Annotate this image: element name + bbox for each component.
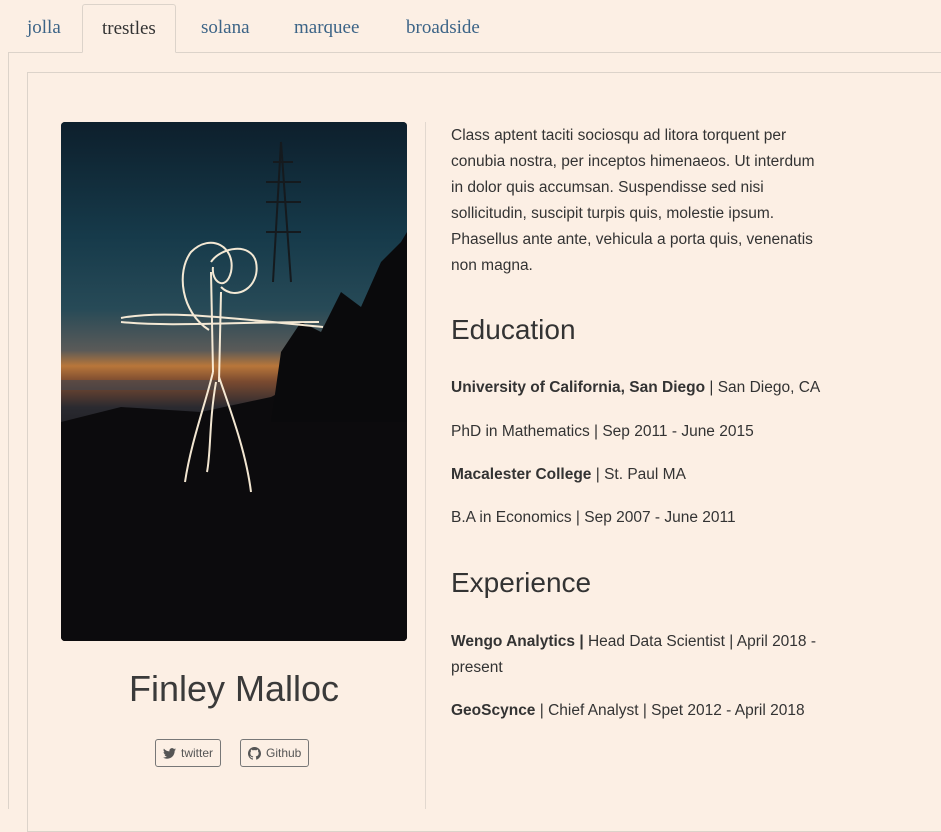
page-left-border xyxy=(8,52,9,809)
experience-heading: Experience xyxy=(451,567,592,598)
experience-detail: | Chief Analyst | Spet 2012 - April 2018 xyxy=(535,702,805,719)
company-name: GeoScynce xyxy=(451,702,536,719)
experience-item: Wengo Analytics | Head Data Scientist | … xyxy=(451,629,831,681)
school-location: | San Diego, CA xyxy=(705,379,821,396)
profile-photo xyxy=(61,122,407,641)
twitter-icon xyxy=(163,747,176,759)
tab-solana[interactable]: solana xyxy=(182,4,269,52)
profile-name: Finley Malloc xyxy=(128,668,340,709)
bio-text: Class aptent taciti sociosqu ad litora t… xyxy=(451,127,815,274)
education-degree: PhD in Mathematics | Sep 2011 - June 201… xyxy=(451,423,754,440)
github-button[interactable]: Github xyxy=(240,739,310,767)
experience-item: GeoScynce | Chief Analyst | Spet 2012 - … xyxy=(451,698,831,724)
company-name: Wengo Analytics | xyxy=(451,633,584,650)
tab-marquee[interactable]: marquee xyxy=(275,4,378,52)
education-item: University of California, San Diego | Sa… xyxy=(451,375,831,401)
github-label: Github xyxy=(266,746,302,760)
tab-jolla[interactable]: jolla xyxy=(8,4,80,52)
school-name: University of California, San Diego xyxy=(451,379,706,396)
education-item: Macalester College | St. Paul MA xyxy=(451,462,831,488)
column-divider xyxy=(425,122,426,809)
school-location: | St. Paul MA xyxy=(591,466,686,483)
twitter-label: twitter xyxy=(181,746,214,760)
tab-trestles[interactable]: trestles xyxy=(82,4,176,53)
school-name: Macalester College xyxy=(451,466,592,483)
tab-broadside[interactable]: broadside xyxy=(387,4,499,52)
education-heading: Education xyxy=(451,314,576,345)
github-icon xyxy=(248,746,261,760)
twitter-button[interactable]: twitter xyxy=(155,739,222,767)
tab-bar: jolla trestles solana marquee broadside xyxy=(8,0,941,53)
education-degree: B.A in Economics | Sep 2007 - June 2011 xyxy=(451,509,736,526)
